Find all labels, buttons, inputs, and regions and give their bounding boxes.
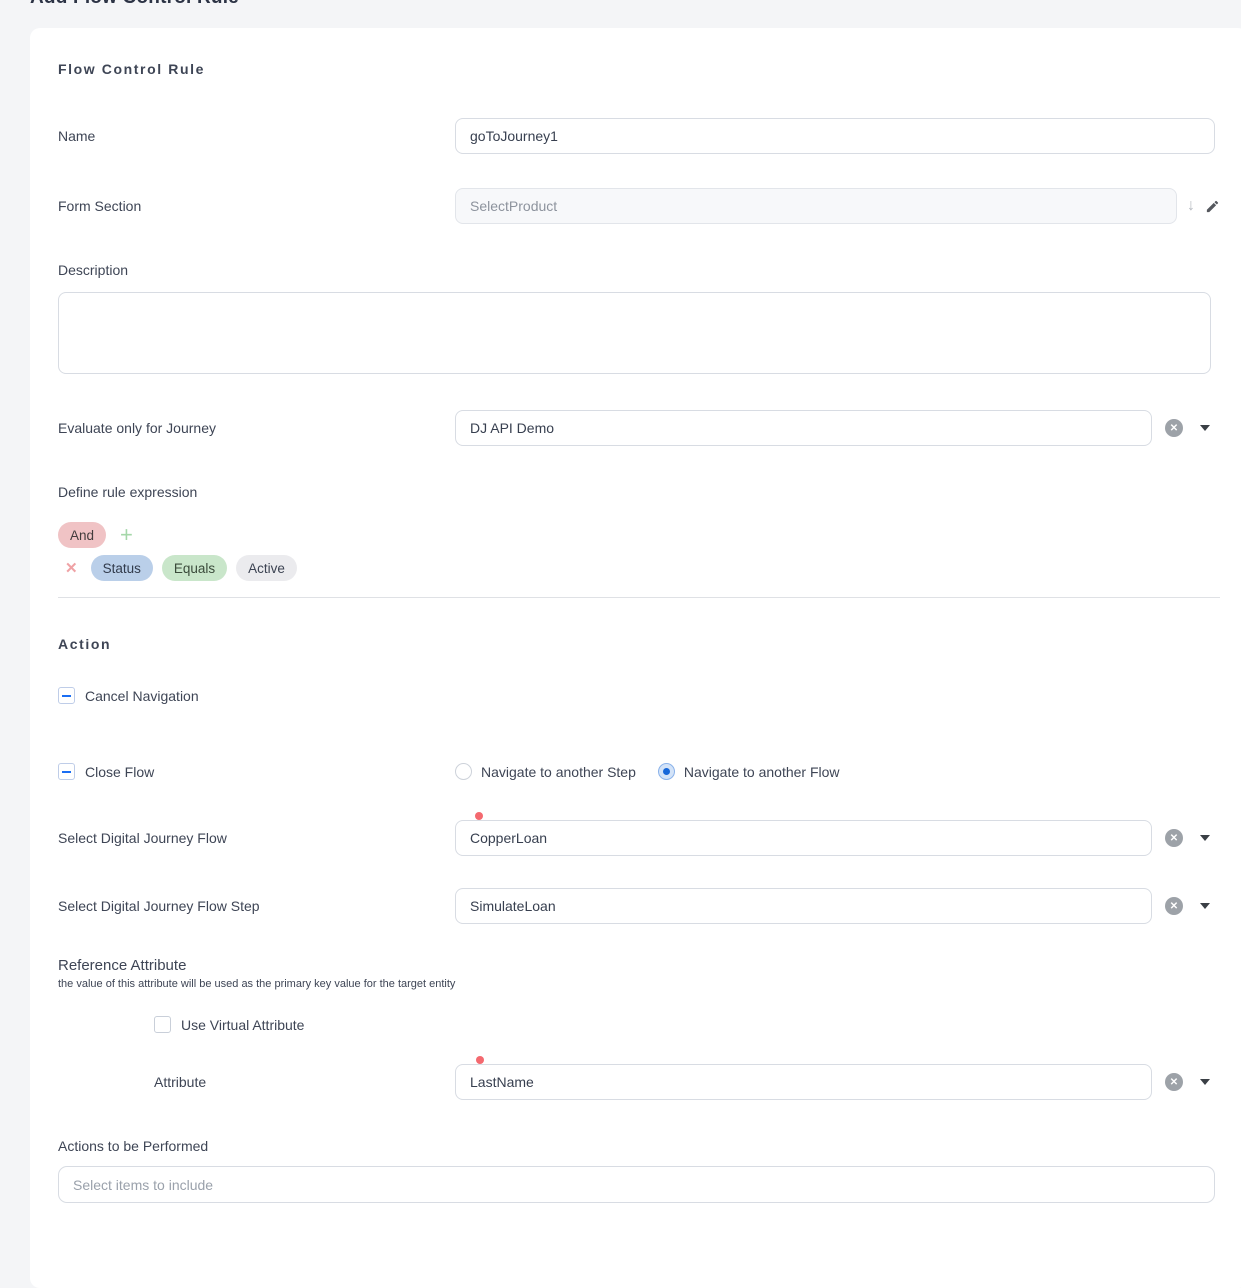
- navigate-flow-label: Navigate to another Flow: [684, 764, 840, 780]
- flow-control-rule-card: Flow Control Rule Name Form Section ↓ De…: [30, 28, 1241, 1288]
- use-virtual-attribute-checkbox[interactable]: [154, 1016, 171, 1033]
- condition-attribute-chip[interactable]: Status: [91, 555, 153, 581]
- close-flow-label: Close Flow: [85, 764, 455, 780]
- dj-flow-step-caret-down-icon[interactable]: [1200, 903, 1210, 909]
- attribute-clear-icon[interactable]: ✕: [1165, 1073, 1183, 1091]
- journey-clear-icon[interactable]: ✕: [1165, 419, 1183, 437]
- reference-attribute-title: Reference Attribute: [58, 957, 1240, 974]
- navigate-step-label: Navigate to another Step: [481, 764, 636, 780]
- attribute-select-input[interactable]: [455, 1064, 1152, 1100]
- required-dot: [475, 812, 483, 820]
- navigate-step-radio[interactable]: [455, 763, 472, 780]
- use-virtual-attribute-row: Use Virtual Attribute: [154, 1016, 1240, 1033]
- dj-flow-row: Select Digital Journey Flow ✕: [58, 820, 1240, 856]
- edit-pencil-icon[interactable]: [1205, 199, 1220, 214]
- page-title: Add Flow Control Rule: [30, 0, 239, 9]
- dj-flow-clear-icon[interactable]: ✕: [1165, 829, 1183, 847]
- cancel-navigation-label: Cancel Navigation: [85, 688, 199, 704]
- attribute-label: Attribute: [154, 1074, 455, 1090]
- actions-to-perform-label: Actions to be Performed: [58, 1138, 1240, 1154]
- name-input[interactable]: [455, 118, 1215, 154]
- dj-flow-step-row: Select Digital Journey Flow Step ✕: [58, 888, 1240, 924]
- journey-row: Evaluate only for Journey ✕: [58, 410, 1240, 446]
- cancel-navigation-row: Cancel Navigation: [58, 687, 1240, 704]
- close-flow-row: Close Flow Navigate to another Step Navi…: [58, 763, 1240, 780]
- journey-label: Evaluate only for Journey: [58, 420, 455, 436]
- use-virtual-attribute-label: Use Virtual Attribute: [181, 1017, 304, 1033]
- section-divider: [58, 597, 1220, 598]
- dj-flow-step-label: Select Digital Journey Flow Step: [58, 898, 455, 914]
- required-dot: [476, 1056, 484, 1064]
- action-section-title: Action: [58, 636, 1240, 652]
- dj-flow-caret-down-icon[interactable]: [1200, 835, 1210, 841]
- name-row: Name: [58, 118, 1240, 154]
- condition-value-chip[interactable]: Active: [236, 555, 297, 581]
- group-operator-chip[interactable]: And: [58, 522, 106, 548]
- remove-condition-icon[interactable]: ✕: [65, 559, 78, 577]
- dj-flow-select-input[interactable]: [455, 820, 1152, 856]
- form-section-input: [455, 188, 1177, 224]
- close-flow-checkbox[interactable]: [58, 763, 75, 780]
- form-section-label: Form Section: [58, 198, 455, 214]
- rule-expression-label: Define rule expression: [58, 484, 1240, 500]
- condition-operator-chip[interactable]: Equals: [162, 555, 227, 581]
- card-section-title: Flow Control Rule: [58, 61, 1240, 77]
- name-label: Name: [58, 128, 455, 144]
- attribute-caret-down-icon[interactable]: [1200, 1079, 1210, 1085]
- add-condition-icon[interactable]: +: [120, 522, 133, 548]
- arrow-down-icon[interactable]: ↓: [1187, 197, 1195, 215]
- cancel-navigation-checkbox[interactable]: [58, 687, 75, 704]
- reference-attribute-subtitle: the value of this attribute will be used…: [58, 978, 1240, 990]
- actions-to-perform-input[interactable]: [58, 1166, 1215, 1203]
- dj-flow-label: Select Digital Journey Flow: [58, 830, 455, 846]
- journey-caret-down-icon[interactable]: [1200, 425, 1210, 431]
- dj-flow-step-select-input[interactable]: [455, 888, 1152, 924]
- description-label: Description: [58, 262, 1240, 278]
- description-textarea[interactable]: [58, 292, 1211, 374]
- journey-select-input[interactable]: [455, 410, 1152, 446]
- attribute-row: Attribute ✕: [58, 1064, 1240, 1100]
- rule-condition-row: ✕ Status Equals Active: [58, 555, 1240, 581]
- navigate-flow-radio[interactable]: [658, 763, 675, 780]
- form-section-row: Form Section ↓: [58, 188, 1240, 224]
- rule-group-row: And +: [58, 522, 1240, 548]
- dj-flow-step-clear-icon[interactable]: ✕: [1165, 897, 1183, 915]
